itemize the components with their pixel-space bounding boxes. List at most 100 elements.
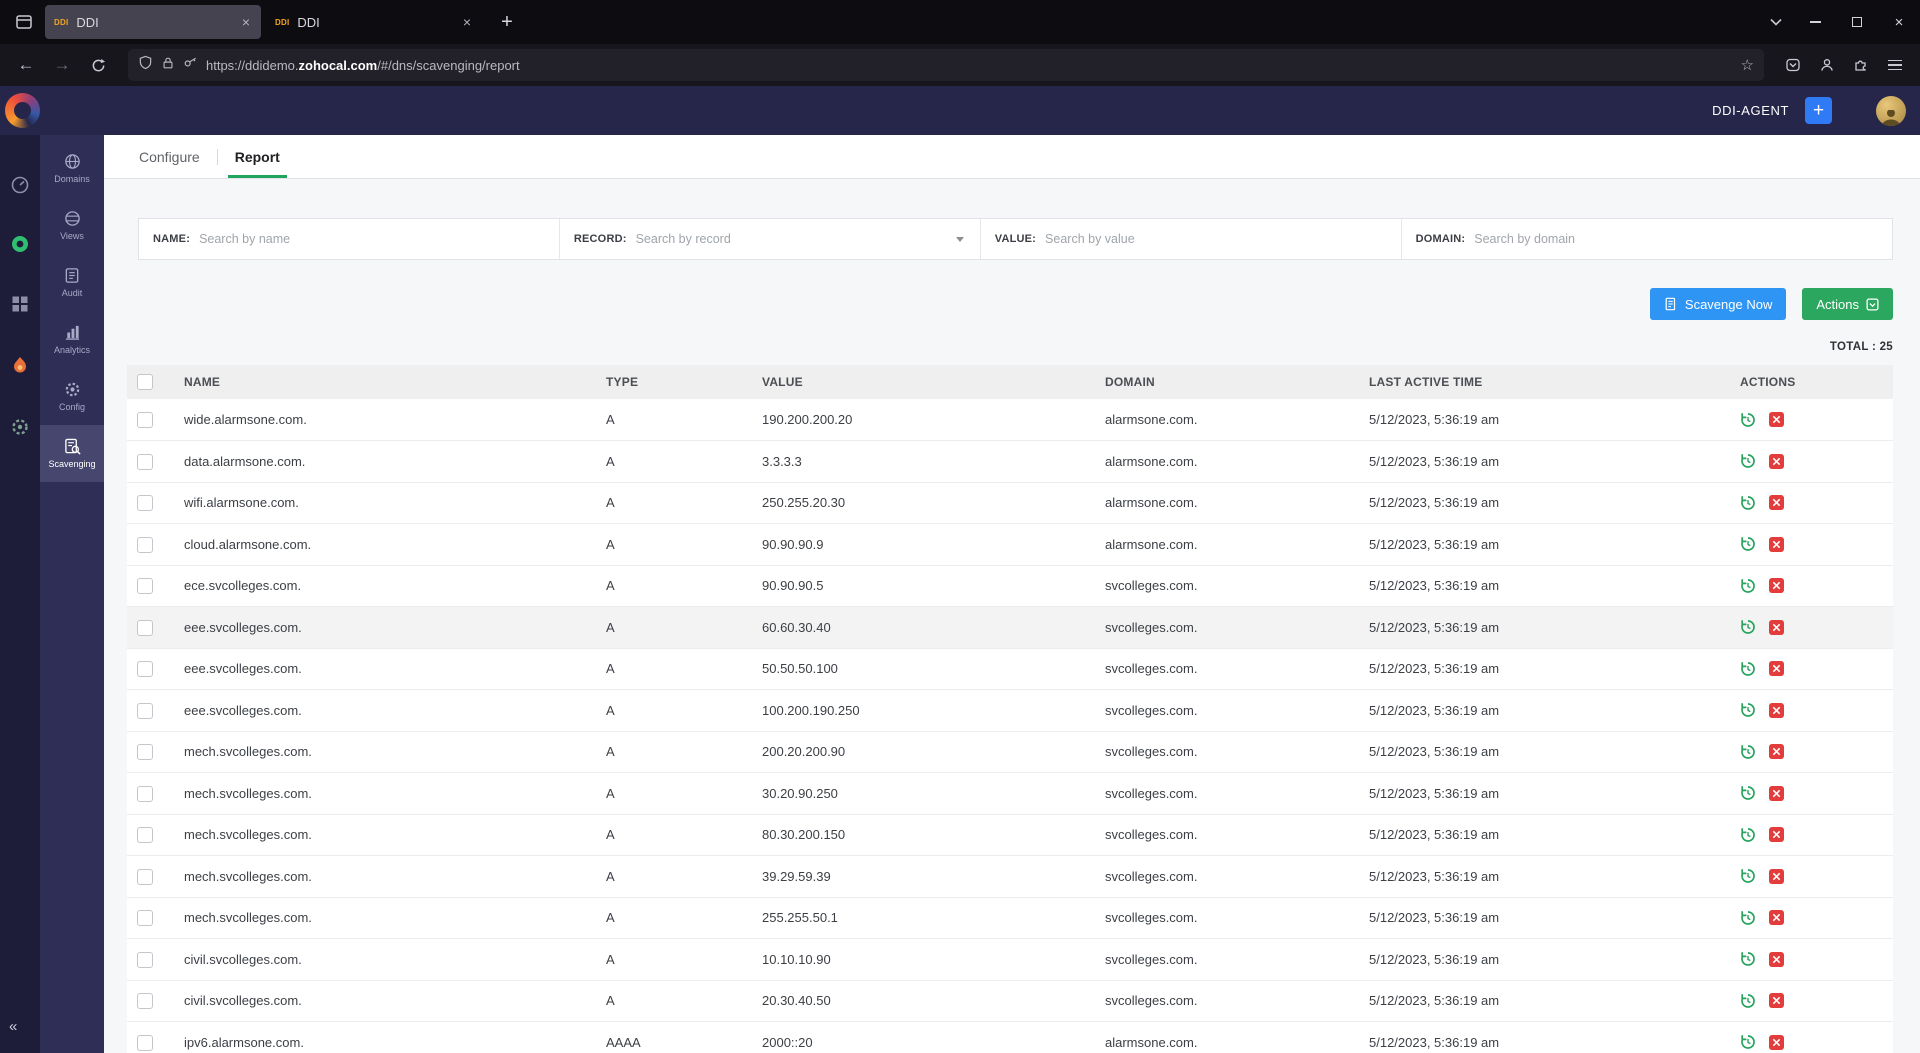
name-search-input[interactable]: [199, 232, 545, 246]
restore-history-icon[interactable]: [1740, 536, 1756, 552]
close-tab-icon[interactable]: ×: [461, 14, 473, 30]
sidebar-item-analytics[interactable]: Analytics: [40, 311, 104, 368]
menu-hamburger-icon[interactable]: [1880, 50, 1910, 80]
sidebar-item-domains[interactable]: Domains: [40, 140, 104, 197]
row-checkbox[interactable]: [137, 536, 153, 553]
rail-monitor-icon[interactable]: [8, 173, 32, 197]
row-checkbox[interactable]: [137, 1034, 153, 1051]
row-checkbox[interactable]: [137, 495, 153, 512]
row-checkbox[interactable]: [137, 619, 153, 636]
delete-icon[interactable]: [1769, 827, 1784, 843]
table-row[interactable]: civil.svcolleges.com. A 10.10.10.90 svco…: [127, 938, 1893, 981]
table-row[interactable]: ece.svcolleges.com. A 90.90.90.5 svcolle…: [127, 565, 1893, 607]
forward-icon[interactable]: →: [46, 50, 78, 80]
restore-history-icon[interactable]: [1740, 827, 1756, 843]
collapse-sidebar-button[interactable]: «: [9, 1018, 17, 1035]
table-row[interactable]: wide.alarmsone.com. A 190.200.200.20 ala…: [127, 399, 1893, 441]
row-checkbox[interactable]: [137, 827, 153, 844]
lock-icon[interactable]: [161, 56, 175, 75]
account-icon[interactable]: [1812, 50, 1842, 80]
domain-search-input[interactable]: [1474, 232, 1878, 246]
bookmark-star-icon[interactable]: ☆: [1741, 56, 1754, 74]
table-row[interactable]: civil.svcolleges.com. A 20.30.40.50 svco…: [127, 980, 1893, 1022]
row-checkbox[interactable]: [137, 910, 153, 927]
table-row[interactable]: mech.svcolleges.com. A 255.255.50.1 svco…: [127, 897, 1893, 939]
extensions-puzzle-icon[interactable]: [1846, 50, 1876, 80]
sidebar-item-audit[interactable]: Audit: [40, 254, 104, 311]
value-search-input[interactable]: [1045, 232, 1387, 246]
table-row[interactable]: mech.svcolleges.com. A 200.20.200.90 svc…: [127, 731, 1893, 773]
tab-configure[interactable]: Configure: [122, 135, 217, 178]
restore-history-icon[interactable]: [1740, 785, 1756, 801]
rail-dns-active-icon[interactable]: [8, 232, 32, 256]
window-close-button[interactable]: ×: [1878, 0, 1920, 44]
table-row[interactable]: data.alarmsone.com. A 3.3.3.3 alarmsone.…: [127, 440, 1893, 483]
restore-history-icon[interactable]: [1740, 1034, 1756, 1050]
firefox-view-icon[interactable]: [8, 6, 40, 38]
rail-flame-icon[interactable]: [8, 353, 32, 377]
table-row[interactable]: eee.svcolleges.com. A 60.60.30.40 svcoll…: [127, 606, 1893, 649]
close-tab-icon[interactable]: ×: [240, 14, 252, 30]
browser-tab-2[interactable]: DDI DDI ×: [266, 5, 482, 39]
restore-history-icon[interactable]: [1740, 578, 1756, 594]
restore-history-icon[interactable]: [1740, 993, 1756, 1009]
row-checkbox[interactable]: [137, 702, 153, 719]
filter-record[interactable]: RECORD: Search by record: [560, 219, 981, 259]
restore-history-icon[interactable]: [1740, 744, 1756, 760]
row-checkbox[interactable]: [137, 411, 153, 428]
delete-icon[interactable]: [1769, 744, 1784, 760]
delete-icon[interactable]: [1769, 1034, 1784, 1050]
row-checkbox[interactable]: [137, 993, 153, 1010]
sidebar-item-scavenging[interactable]: Scavenging: [40, 425, 104, 482]
key-permission-icon[interactable]: [183, 55, 198, 75]
chevron-down-icon[interactable]: [955, 236, 964, 242]
table-row[interactable]: ipv6.alarmsone.com. AAAA 2000::20 alarms…: [127, 1021, 1893, 1053]
row-checkbox[interactable]: [137, 661, 153, 678]
restore-history-icon[interactable]: [1740, 453, 1756, 469]
table-row[interactable]: cloud.alarmsone.com. A 90.90.90.9 alarms…: [127, 523, 1893, 566]
delete-icon[interactable]: [1769, 536, 1784, 552]
table-row[interactable]: mech.svcolleges.com. A 30.20.90.250 svco…: [127, 772, 1893, 815]
add-button[interactable]: +: [1805, 97, 1832, 124]
restore-history-icon[interactable]: [1740, 910, 1756, 926]
delete-icon[interactable]: [1769, 619, 1784, 635]
delete-icon[interactable]: [1769, 661, 1784, 677]
delete-icon[interactable]: [1769, 868, 1784, 884]
delete-icon[interactable]: [1769, 453, 1784, 469]
back-icon[interactable]: ←: [10, 50, 42, 80]
restore-history-icon[interactable]: [1740, 702, 1756, 718]
restore-history-icon[interactable]: [1740, 495, 1756, 511]
reload-icon[interactable]: [82, 50, 114, 80]
user-avatar[interactable]: [1876, 95, 1906, 126]
window-maximize-button[interactable]: [1836, 0, 1878, 44]
restore-history-icon[interactable]: [1740, 951, 1756, 967]
restore-history-icon[interactable]: [1740, 661, 1756, 677]
table-row[interactable]: wifi.alarmsone.com. A 250.255.20.30 alar…: [127, 482, 1893, 524]
browser-tab-1[interactable]: DDI DDI ×: [45, 5, 261, 39]
table-row[interactable]: eee.svcolleges.com. A 50.50.50.100 svcol…: [127, 648, 1893, 690]
row-checkbox[interactable]: [137, 453, 153, 470]
window-minimize-button[interactable]: [1794, 0, 1836, 44]
rail-modules-icon[interactable]: [8, 292, 32, 316]
row-checkbox[interactable]: [137, 951, 153, 968]
delete-icon[interactable]: [1769, 910, 1784, 926]
rail-settings-icon[interactable]: [8, 415, 32, 439]
delete-icon[interactable]: [1769, 578, 1784, 594]
row-checkbox[interactable]: [137, 744, 153, 761]
delete-icon[interactable]: [1769, 951, 1784, 967]
delete-icon[interactable]: [1769, 785, 1784, 801]
delete-icon[interactable]: [1769, 993, 1784, 1009]
tab-report[interactable]: Report: [218, 135, 297, 178]
pocket-save-icon[interactable]: [1778, 50, 1808, 80]
restore-history-icon[interactable]: [1740, 412, 1756, 428]
sidebar-item-views[interactable]: Views: [40, 197, 104, 254]
table-row[interactable]: eee.svcolleges.com. A 100.200.190.250 sv…: [127, 689, 1893, 732]
table-row[interactable]: mech.svcolleges.com. A 80.30.200.150 svc…: [127, 814, 1893, 856]
sidebar-item-config[interactable]: Config: [40, 368, 104, 425]
row-checkbox[interactable]: [137, 785, 153, 802]
delete-icon[interactable]: [1769, 412, 1784, 427]
table-row[interactable]: mech.svcolleges.com. A 39.29.59.39 svcol…: [127, 855, 1893, 898]
url-bar[interactable]: https://ddidemo.zohocal.com/#/dns/scaven…: [128, 49, 1764, 81]
delete-icon[interactable]: [1769, 702, 1784, 718]
row-checkbox[interactable]: [137, 868, 153, 885]
